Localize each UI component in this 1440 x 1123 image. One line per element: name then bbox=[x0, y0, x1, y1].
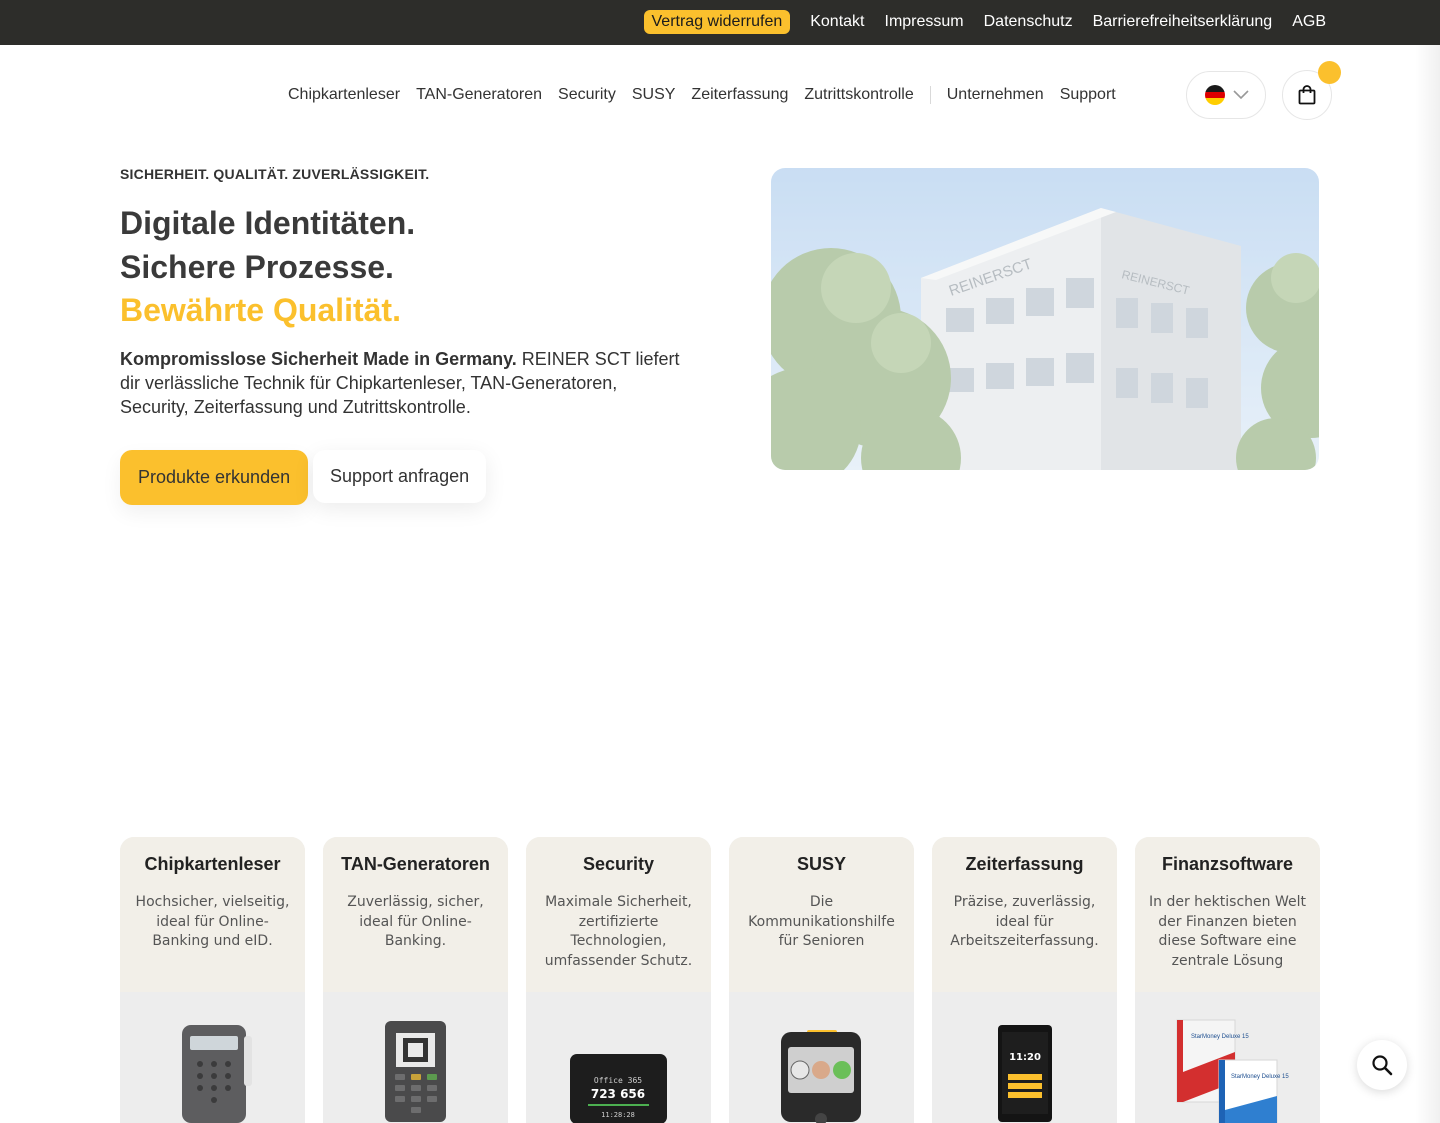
card-title: Security bbox=[582, 854, 655, 874]
authenticator-image: Office 365 723 656 11:28:28 bbox=[570, 1054, 667, 1123]
card-header: Finanzsoftware In der hektischen Welt de… bbox=[1135, 837, 1320, 992]
hero-building-image: REINERSCT REINERSCT bbox=[771, 168, 1319, 470]
device-time: 11:28:28 bbox=[601, 1111, 635, 1119]
link-kontakt[interactable]: Kontakt bbox=[810, 10, 864, 34]
nav-item-zutrittskontrolle[interactable]: Zutrittskontrolle bbox=[804, 86, 913, 104]
shopping-bag-icon bbox=[1298, 85, 1316, 105]
main-nav: Chipkartenleser TAN-Generatoren Security… bbox=[288, 84, 1132, 106]
card-header: SUSY Die Kommunikationshilfe für Seniore… bbox=[729, 837, 914, 992]
card-description: In der hektischen Welt der Finanzen biet… bbox=[1149, 894, 1306, 969]
nav-divider bbox=[929, 86, 931, 104]
nav-item-support[interactable]: Support bbox=[1060, 86, 1116, 104]
link-agb[interactable]: AGB bbox=[1292, 10, 1326, 34]
nav-item-unternehmen[interactable]: Unternehmen bbox=[947, 86, 1044, 104]
box-label-2: StarMoney Deluxe 15 bbox=[1231, 1074, 1289, 1080]
box-label-1: StarMoney Deluxe 15 bbox=[1191, 1034, 1249, 1040]
card-description: Zuverlässig, sicher, ideal für Online-Ba… bbox=[347, 894, 484, 949]
nav-item-chipkartenleser[interactable]: Chipkartenleser bbox=[288, 86, 400, 104]
card-title: TAN-Generatoren bbox=[341, 854, 490, 874]
terminal-time: 11:20 bbox=[1009, 1052, 1041, 1063]
headline-line-1: Digitale Identitäten. bbox=[120, 205, 416, 241]
link-datenschutz[interactable]: Datenschutz bbox=[984, 10, 1073, 34]
starmoney-box-image: StarMoney Deluxe 15 StarMoney Deluxe 15 bbox=[1176, 1019, 1289, 1123]
card-finanzsoftware[interactable]: Finanzsoftware In der hektischen Welt de… bbox=[1135, 837, 1320, 1123]
device-code: 723 656 bbox=[591, 1087, 645, 1101]
card-description: Maximale Sicherheit, zertifizierte Techn… bbox=[544, 894, 693, 969]
germany-flag-icon bbox=[1205, 85, 1225, 105]
scroll-edge-shadow bbox=[1415, 45, 1440, 1123]
nav-item-zeiterfassung[interactable]: Zeiterfassung bbox=[691, 86, 788, 104]
card-security[interactable]: Security Maximale Sicherheit, zertifizie… bbox=[526, 837, 711, 1123]
card-zeiterfassung[interactable]: Zeiterfassung Präzise, zuverlässig, idea… bbox=[932, 837, 1117, 1123]
card-description: Hochsicher, vielseitig, ideal für Online… bbox=[135, 894, 290, 949]
card-title: Finanzsoftware bbox=[1161, 854, 1294, 874]
nav-item-tan-generatoren[interactable]: TAN-Generatoren bbox=[416, 86, 542, 104]
hero-lead: Kompromisslose Sicherheit Made in German… bbox=[120, 347, 680, 419]
lead-bold: Kompromisslose Sicherheit Made in German… bbox=[120, 349, 517, 369]
hero-eyebrow: SICHERHEIT. QUALITÄT. ZUVERLÄSSIGKEIT. bbox=[120, 166, 430, 182]
explore-products-button[interactable]: Produkte erkunden bbox=[120, 450, 309, 505]
card-header: Chipkartenleser Hochsicher, vielseitig, … bbox=[120, 837, 305, 992]
search-icon bbox=[1372, 1055, 1393, 1076]
headline-line-2: Sichere Prozesse. bbox=[120, 248, 394, 285]
card-header: Zeiterfassung Präzise, zuverlässig, idea… bbox=[932, 837, 1117, 992]
headline-line-3: Bewährte Qualität. bbox=[120, 292, 401, 328]
card-title: Chipkartenleser bbox=[144, 854, 281, 874]
card-header: TAN-Generatoren Zuverlässig, sicher, ide… bbox=[323, 837, 508, 992]
top-links: Vertrag widerrufen Kontakt Impressum Dat… bbox=[643, 10, 1326, 34]
card-title: SUSY bbox=[796, 854, 847, 874]
request-support-button[interactable]: Support anfragen bbox=[313, 450, 487, 503]
device-line-1: Office 365 bbox=[594, 1076, 642, 1085]
link-impressum[interactable]: Impressum bbox=[885, 10, 964, 34]
link-barrierefreiheit[interactable]: Barrierefreiheitserklärung bbox=[1093, 10, 1273, 34]
nav-item-susy[interactable]: SUSY bbox=[632, 86, 676, 104]
tan-generator-image bbox=[385, 1021, 446, 1122]
top-bar: Vertrag widerrufen Kontakt Impressum Dat… bbox=[0, 0, 1440, 45]
susy-device-image bbox=[781, 1030, 861, 1123]
card-tan-generatoren[interactable]: TAN-Generatoren Zuverlässig, sicher, ide… bbox=[323, 837, 508, 1123]
card-description: Die Kommunikationshilfe für Senioren bbox=[748, 894, 895, 949]
search-button[interactable] bbox=[1357, 1040, 1407, 1090]
card-susy[interactable]: SUSY Die Kommunikationshilfe für Seniore… bbox=[729, 837, 914, 1123]
nav-item-security[interactable]: Security bbox=[558, 86, 616, 104]
chevron-down-icon bbox=[1233, 90, 1249, 100]
card-chipkartenleser[interactable]: Chipkartenleser Hochsicher, vielseitig, … bbox=[120, 837, 305, 1123]
card-header: Security Maximale Sicherheit, zertifizie… bbox=[526, 837, 711, 992]
card-title: Zeiterfassung bbox=[965, 854, 1084, 874]
hero-headline: Digitale Identitäten. Sichere Prozesse. … bbox=[120, 202, 415, 333]
link-vertrag-widerrufen[interactable]: Vertrag widerrufen bbox=[643, 10, 791, 34]
language-selector[interactable] bbox=[1186, 71, 1266, 119]
card-reader-image bbox=[182, 1025, 252, 1123]
time-terminal-image: 11:20 bbox=[998, 1025, 1052, 1122]
cart-badge bbox=[1318, 61, 1341, 84]
product-categories: Chipkartenleser Hochsicher, vielseitig, … bbox=[120, 837, 1320, 1123]
card-description: Präzise, zuverlässig, ideal für Arbeitsz… bbox=[950, 894, 1099, 949]
